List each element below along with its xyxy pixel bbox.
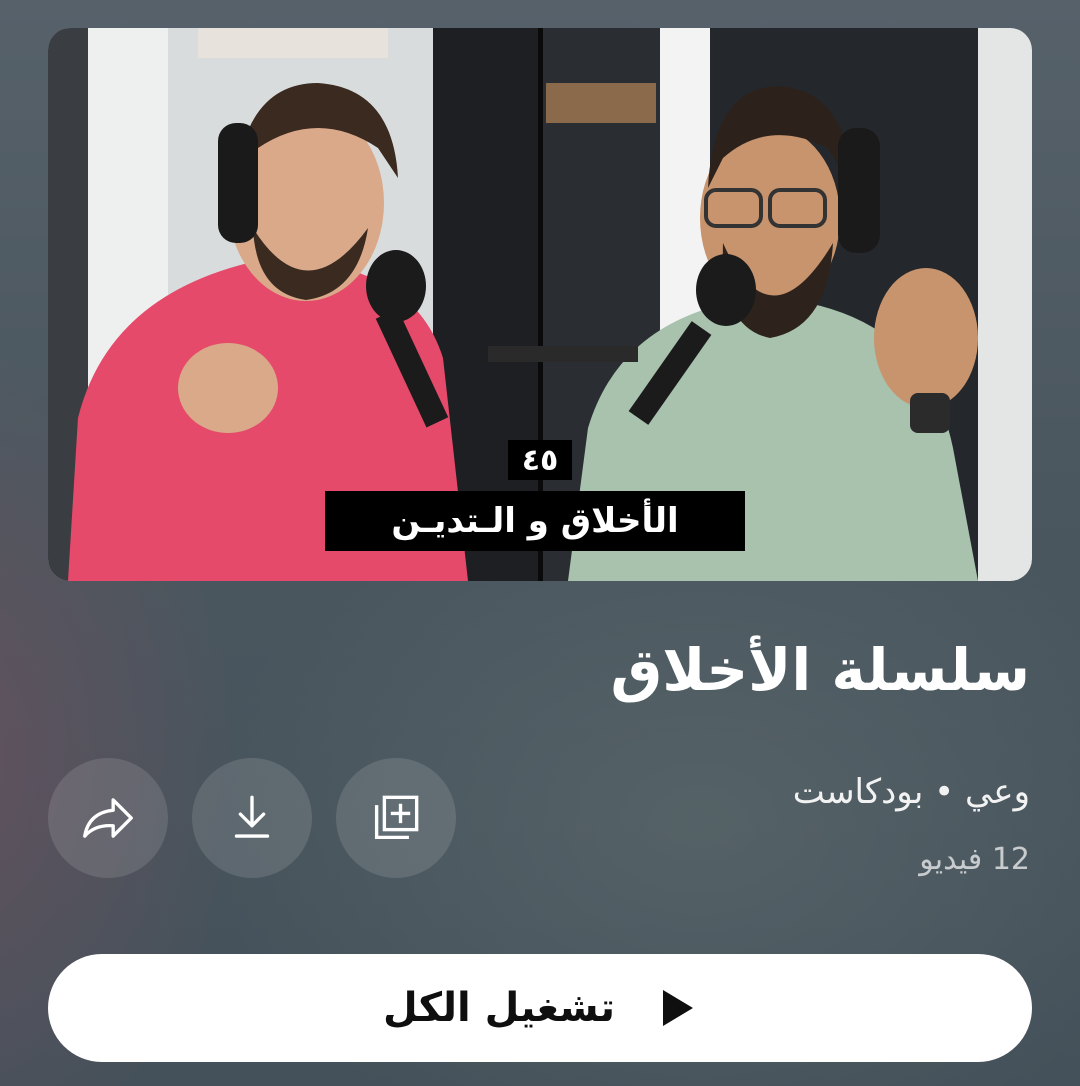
play-all-button[interactable]: تشغيل الكل <box>48 954 1032 1062</box>
share-icon <box>83 798 133 838</box>
play-all-label: تشغيل الكل <box>383 985 615 1031</box>
episode-title-caption: الأخلاق و الـتديـن <box>325 491 745 551</box>
download-icon <box>234 795 270 838</box>
add-to-library-icon <box>374 795 419 840</box>
save-to-library-button[interactable] <box>336 758 456 878</box>
episode-number-badge: ٤٥ <box>508 440 572 480</box>
share-button[interactable] <box>48 758 168 878</box>
play-icon <box>662 990 693 1026</box>
channel-link[interactable]: وعي • بودكاست <box>793 772 1030 812</box>
video-count: 12 فيديو <box>919 842 1030 877</box>
playlist-thumbnail[interactable]: ٤٥ الأخلاق و الـتديـن <box>48 28 1032 581</box>
download-button[interactable] <box>192 758 312 878</box>
playlist-title: سلسلة الأخلاق <box>610 636 1030 704</box>
